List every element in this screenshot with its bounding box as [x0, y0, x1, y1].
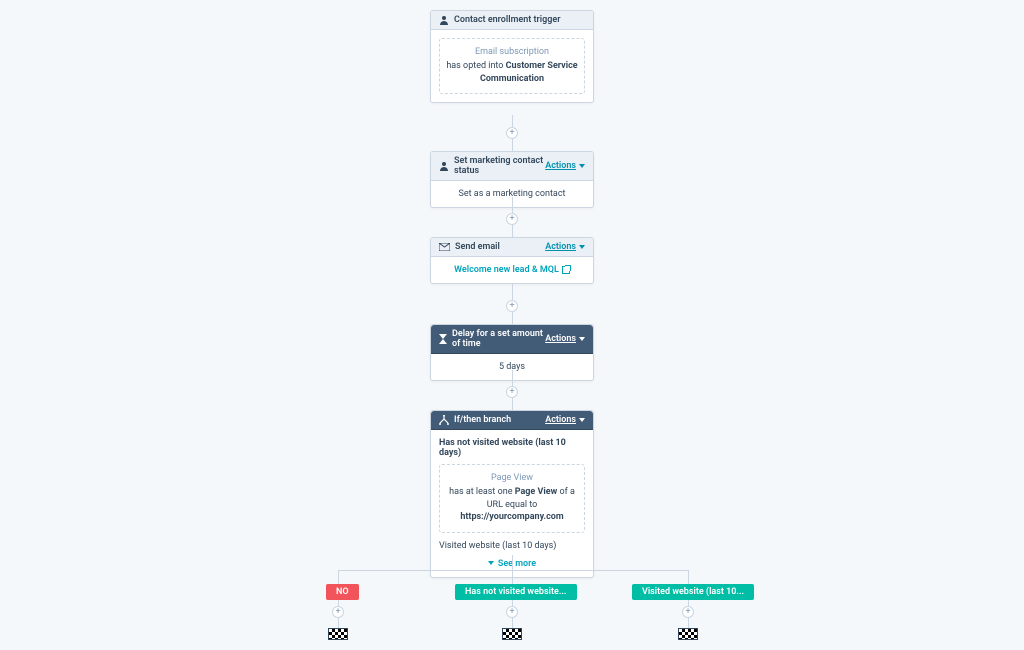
branch-pill-not-visited[interactable]: Has not visited website... — [455, 584, 577, 600]
add-step-button[interactable]: + — [682, 606, 694, 618]
contact-icon — [439, 161, 449, 171]
connector — [512, 570, 513, 584]
branch-condition-title: Visited website (last 10 days) — [439, 541, 585, 551]
node-body: Welcome new lead & MQL — [431, 257, 593, 283]
actions-dropdown[interactable]: Actions — [545, 161, 585, 171]
node-title: Send email — [455, 242, 545, 252]
add-step-button[interactable]: + — [506, 127, 518, 139]
chevron-down-icon — [579, 164, 585, 168]
node-header: Set marketing contact status Actions — [431, 152, 593, 181]
node-header: Contact enrollment trigger — [431, 11, 593, 30]
email-icon — [439, 243, 450, 251]
branch-pill-visited[interactable]: Visited website (last 10... — [632, 584, 754, 600]
add-step-button[interactable]: + — [506, 213, 518, 225]
add-step-button[interactable]: + — [506, 300, 518, 312]
branch-pill-no[interactable]: NO — [326, 584, 359, 600]
node-header: If/then branch Actions — [431, 411, 593, 430]
node-header: Send email Actions — [431, 238, 593, 257]
add-step-button[interactable]: + — [332, 606, 344, 618]
branch-icon — [439, 415, 449, 425]
node-title: Delay for a set amount of time — [452, 329, 545, 349]
connector — [338, 570, 688, 571]
criteria-subtitle: Email subscription — [446, 47, 578, 57]
finish-flag-icon — [678, 628, 698, 640]
chevron-down-icon — [579, 418, 585, 422]
criteria-subtitle: Page View — [446, 473, 578, 483]
node-title: Contact enrollment trigger — [454, 15, 585, 25]
email-link[interactable]: Welcome new lead & MQL — [454, 265, 570, 275]
node-title: Set marketing contact status — [454, 156, 545, 176]
connector — [338, 570, 339, 584]
node-title: If/then branch — [454, 415, 545, 425]
criteria-line: has at least one Page View of a URL equa… — [446, 486, 578, 524]
workflow-canvas: Contact enrollment trigger Email subscri… — [0, 0, 1024, 650]
connector — [688, 570, 689, 584]
node-header: Delay for a set amount of time Actions — [431, 325, 593, 354]
hourglass-icon — [439, 334, 447, 344]
finish-flag-icon — [328, 628, 348, 640]
connector — [512, 555, 513, 570]
add-step-button[interactable]: + — [506, 386, 518, 398]
contact-icon — [439, 15, 449, 25]
external-link-icon — [562, 266, 570, 274]
criteria-card: Email subscription has opted into Custom… — [439, 38, 585, 94]
chevron-down-icon — [488, 561, 494, 565]
branch-condition-title: Has not visited website (last 10 days) — [439, 438, 585, 458]
actions-dropdown[interactable]: Actions — [545, 415, 585, 425]
actions-dropdown[interactable]: Actions — [545, 334, 585, 344]
add-step-button[interactable]: + — [506, 606, 518, 618]
node-send-email[interactable]: Send email Actions Welcome new lead & MQ… — [430, 237, 594, 284]
node-body: Email subscription has opted into Custom… — [431, 30, 593, 102]
finish-flag-icon — [502, 628, 522, 640]
chevron-down-icon — [579, 245, 585, 249]
node-ifthen-branch[interactable]: If/then branch Actions Has not visited w… — [430, 410, 594, 578]
node-enrollment-trigger[interactable]: Contact enrollment trigger Email subscri… — [430, 10, 594, 103]
actions-dropdown[interactable]: Actions — [545, 242, 585, 252]
criteria-card: Page View has at least one Page View of … — [439, 464, 585, 533]
chevron-down-icon — [579, 337, 585, 341]
criteria-line: has opted into Customer Service Communic… — [446, 60, 578, 85]
